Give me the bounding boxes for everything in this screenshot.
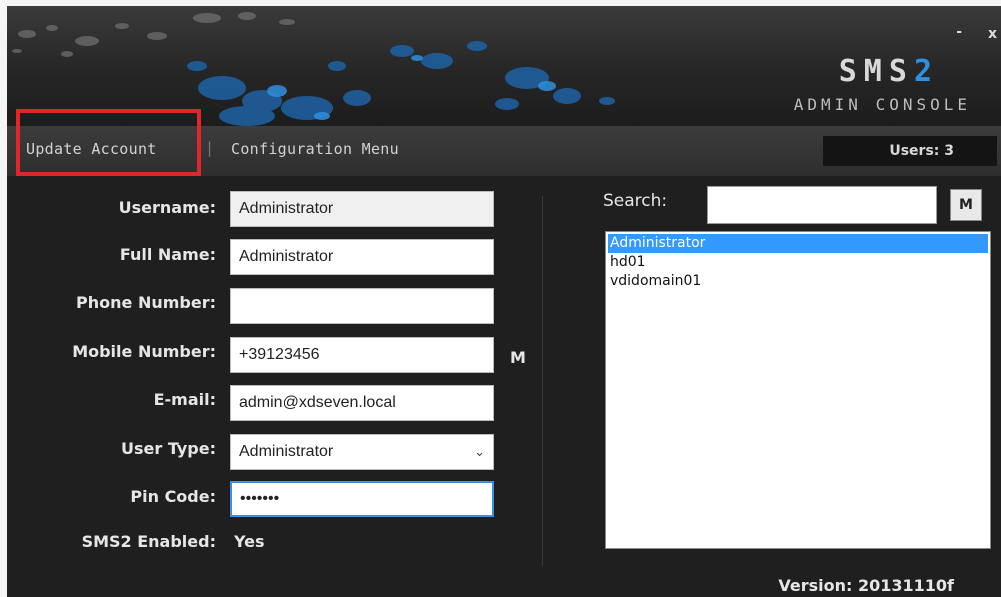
usertype-select[interactable]: Administrator ⌄: [230, 434, 494, 470]
menu-separator: |: [207, 139, 213, 157]
email-field[interactable]: admin@xdseven.local: [230, 385, 494, 421]
mobile-field[interactable]: +39123456: [230, 337, 494, 373]
logo-subtitle: ADMIN CONSOLE: [793, 95, 971, 114]
users-count-badge: Users: 3: [823, 136, 997, 166]
app-window: SMS2 ADMIN CONSOLE - x Update Account | …: [7, 6, 1001, 597]
header-banner: SMS2 ADMIN CONSOLE - x: [7, 6, 1001, 126]
mobile-marker: M: [510, 348, 526, 367]
sms2-label: SMS2 Enabled:: [81, 532, 216, 551]
usertype-label: User Type:: [121, 439, 216, 458]
list-item[interactable]: hd01: [608, 253, 988, 272]
phone-label: Phone Number:: [76, 293, 216, 312]
logo-title: SMS2: [838, 54, 939, 89]
highlight-box: [16, 109, 201, 176]
sms2-value: Yes: [234, 532, 265, 551]
pin-label: Pin Code:: [130, 487, 216, 506]
panel-divider: [542, 196, 543, 566]
phone-field[interactable]: [230, 288, 494, 324]
close-button[interactable]: x: [988, 26, 997, 42]
username-label: Username:: [118, 198, 216, 217]
account-panel: Username: Administrator Full Name: Admin…: [7, 176, 1001, 597]
username-field[interactable]: Administrator: [230, 191, 494, 227]
version-text: Version: 20131110f: [778, 576, 954, 595]
chevron-down-icon: ⌄: [474, 444, 485, 459]
search-label: Search:: [603, 191, 668, 211]
user-list[interactable]: Administrator hd01 vdidomain01: [605, 231, 991, 549]
list-item[interactable]: vdidomain01: [608, 272, 988, 291]
usertype-value: Administrator: [239, 443, 334, 460]
m-button[interactable]: M: [950, 189, 982, 221]
list-item[interactable]: Administrator: [608, 234, 988, 253]
menu-configuration[interactable]: Configuration Menu: [231, 140, 399, 158]
email-label: E-mail:: [153, 390, 216, 409]
fullname-field[interactable]: Administrator: [230, 239, 494, 275]
splash-graphic: [12, 12, 615, 126]
search-input[interactable]: [707, 186, 937, 224]
fullname-label: Full Name:: [119, 245, 216, 264]
pin-field[interactable]: •••••••: [230, 481, 494, 517]
mobile-label: Mobile Number:: [72, 342, 216, 361]
minimize-button[interactable]: -: [956, 24, 962, 40]
